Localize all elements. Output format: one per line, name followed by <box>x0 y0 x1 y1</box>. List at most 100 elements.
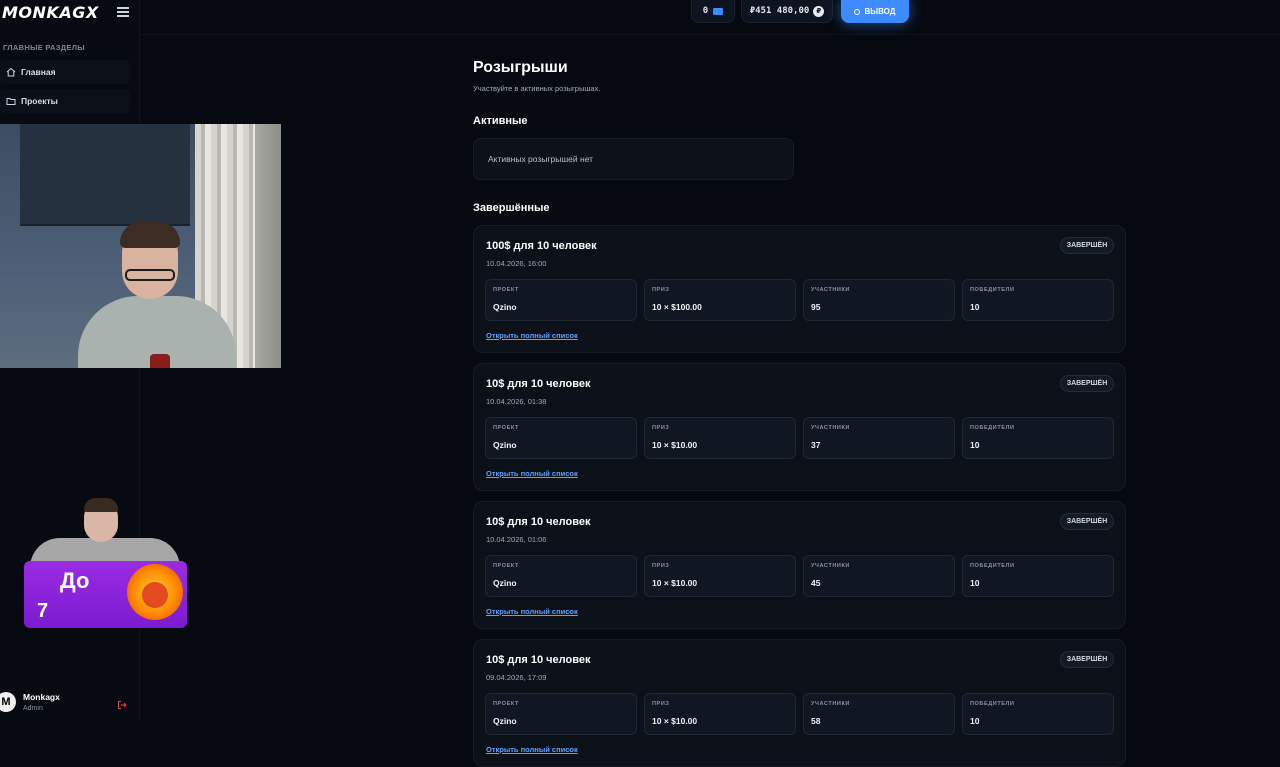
home-icon <box>4 65 18 79</box>
raffle-date: 09.04.2026, 17:09 <box>486 673 547 682</box>
stat-prize: ПРИЗ 10 × $10.00 <box>644 417 796 459</box>
sidebar-item-label: Проекты <box>21 96 58 106</box>
promo-number: 7 <box>37 600 49 622</box>
stat-project: ПРОЕКТ Qzino <box>485 555 637 597</box>
stat-value: 10 × $100.00 <box>652 302 702 312</box>
stat-winners: ПОБЕДИТЕЛИ 10 <box>962 693 1114 735</box>
stat-winners: ПОБЕДИТЕЛИ 10 <box>962 555 1114 597</box>
stat-label: ПОБЕДИТЕЛИ <box>970 563 1015 569</box>
ruble-icon: ₽ <box>813 5 825 17</box>
stat-participants: УЧАСТНИКИ 58 <box>803 693 955 735</box>
balance-amount: ₽451 480,00 <box>749 6 810 16</box>
stat-participants: УЧАСТНИКИ 37 <box>803 417 955 459</box>
stat-value: Qzino <box>493 302 517 312</box>
stat-label: ПРИЗ <box>652 563 670 569</box>
stat-value: 10 <box>970 302 980 312</box>
stat-label: ПРОЕКТ <box>493 287 519 293</box>
promo-text: До <box>60 568 90 593</box>
folder-icon <box>4 94 18 108</box>
stat-project: ПРОЕКТ Qzino <box>485 417 637 459</box>
stat-label: ПРОЕКТ <box>493 563 519 569</box>
stat-participants: УЧАСТНИКИ 45 <box>803 555 955 597</box>
user-name: Monkagx <box>23 692 60 702</box>
hamburger-menu-icon[interactable] <box>117 6 129 18</box>
stat-label: ПРИЗ <box>652 287 670 293</box>
site-logo[interactable]: MONKAGX <box>2 3 99 22</box>
stat-label: ПОБЕДИТЕЛИ <box>970 287 1015 293</box>
raffle-date: 10.04.2026, 16:00 <box>486 259 547 268</box>
stat-value: 10 <box>970 716 980 726</box>
open-full-list-link[interactable]: Открыть полный список <box>486 331 578 340</box>
top-header: 0 ₽451 480,00 ₽ ВЫВОД <box>140 0 1280 35</box>
stat-winners: ПОБЕДИТЕЛИ 10 <box>962 279 1114 321</box>
withdraw-label: ВЫВОД <box>864 7 896 16</box>
stat-value: 37 <box>811 440 821 450</box>
ticket-icon <box>713 7 724 15</box>
stat-value: 58 <box>811 716 821 726</box>
ticket-counter[interactable]: 0 <box>691 0 735 23</box>
open-full-list-link[interactable]: Открыть полный список <box>486 745 578 754</box>
sidebar-section-label: ГЛАВНЫЕ РАЗДЕЛЫ <box>3 43 85 52</box>
open-full-list-link[interactable]: Открыть полный список <box>486 469 578 478</box>
raffle-card: 100$ для 10 человек 10.04.2026, 16:00 ЗА… <box>473 225 1126 353</box>
webcam-overlay <box>0 124 281 368</box>
stat-value: Qzino <box>493 440 517 450</box>
stat-value: 45 <box>811 578 821 588</box>
active-heading: Активные <box>473 115 528 127</box>
sidebar-item-projects[interactable]: Проекты <box>0 89 130 113</box>
stat-value: Qzino <box>493 578 517 588</box>
stat-label: ПРОЕКТ <box>493 701 519 707</box>
stat-participants: УЧАСТНИКИ 95 <box>803 279 955 321</box>
raffle-title: 10$ для 10 человек <box>486 654 591 666</box>
active-empty-state: Активных розыгрышей нет <box>473 138 794 180</box>
stat-value: 10 × $10.00 <box>652 578 698 588</box>
stat-label: ПОБЕДИТЕЛИ <box>970 701 1015 707</box>
user-role: Admin <box>23 705 43 712</box>
status-badge: ЗАВЕРШЁН <box>1060 375 1114 392</box>
stat-prize: ПРИЗ 10 × $100.00 <box>644 279 796 321</box>
status-badge: ЗАВЕРШЁН <box>1060 513 1114 530</box>
stat-project: ПРОЕКТ Qzino <box>485 693 637 735</box>
stat-label: УЧАСТНИКИ <box>811 563 850 569</box>
stat-label: ПРОЕКТ <box>493 425 519 431</box>
stat-value: 10 <box>970 578 980 588</box>
stat-winners: ПОБЕДИТЕЛИ 10 <box>962 417 1114 459</box>
sidebar-item-label: Главная <box>21 67 56 77</box>
stat-prize: ПРИЗ 10 × $10.00 <box>644 693 796 735</box>
finished-heading: Завершённые <box>473 202 550 214</box>
stat-value: 10 × $10.00 <box>652 440 698 450</box>
withdraw-icon <box>854 8 861 15</box>
raffle-date: 10.04.2026, 01:38 <box>486 397 547 406</box>
stat-label: ПРИЗ <box>652 701 670 707</box>
stat-value: Qzino <box>493 716 517 726</box>
open-full-list-link[interactable]: Открыть полный список <box>486 607 578 616</box>
stat-value: 10 × $10.00 <box>652 716 698 726</box>
stat-value: 10 <box>970 440 980 450</box>
status-badge: ЗАВЕРШЁН <box>1060 237 1114 254</box>
raffle-title: 10$ для 10 человек <box>486 378 591 390</box>
withdraw-button[interactable]: ВЫВОД <box>841 0 909 23</box>
stream-promo-overlay: До 7 <box>24 498 187 628</box>
sidebar-item-home[interactable]: Главная <box>0 60 130 84</box>
raffle-title: 100$ для 10 человек <box>486 240 597 252</box>
raffle-card: 10$ для 10 человек 10.04.2026, 01:06 ЗАВ… <box>473 501 1126 629</box>
balance-display[interactable]: ₽451 480,00 ₽ <box>741 0 833 23</box>
stat-label: УЧАСТНИКИ <box>811 425 850 431</box>
ticket-count: 0 <box>702 6 709 16</box>
stat-label: УЧАСТНИКИ <box>811 287 850 293</box>
stat-label: УЧАСТНИКИ <box>811 701 850 707</box>
logout-icon[interactable] <box>117 697 127 709</box>
page-subtitle: Участвуйте в активных розыгрышах. <box>473 84 601 93</box>
raffle-title: 10$ для 10 человек <box>486 516 591 528</box>
raffle-date: 10.04.2026, 01:06 <box>486 535 547 544</box>
raffle-card: 10$ для 10 человек 09.04.2026, 17:09 ЗАВ… <box>473 639 1126 767</box>
raffle-card: 10$ для 10 человек 10.04.2026, 01:38 ЗАВ… <box>473 363 1126 491</box>
stat-label: ПРИЗ <box>652 425 670 431</box>
stat-prize: ПРИЗ 10 × $10.00 <box>644 555 796 597</box>
avatar: M <box>0 692 16 712</box>
stat-value: 95 <box>811 302 821 312</box>
page-title: Розыгрыши <box>473 59 568 76</box>
stat-label: ПОБЕДИТЕЛИ <box>970 425 1015 431</box>
status-badge: ЗАВЕРШЁН <box>1060 651 1114 668</box>
user-profile[interactable]: M Monkagx Admin <box>0 688 139 720</box>
